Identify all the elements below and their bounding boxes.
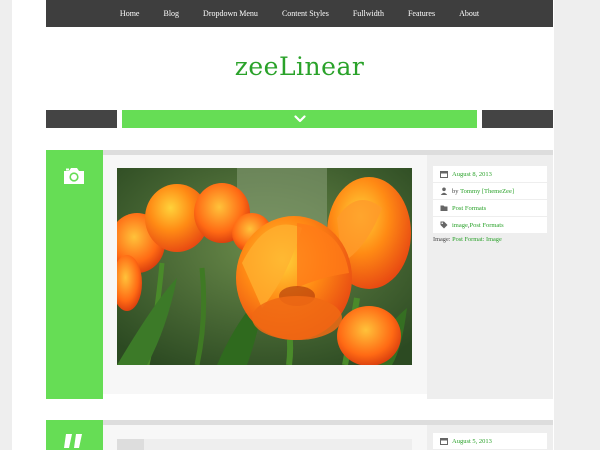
post-date-box: August 5, 2013 (433, 433, 547, 449)
caption-link[interactable]: Post Format: Image (452, 236, 502, 243)
site-title[interactable]: zeeLinear (46, 52, 553, 81)
post-featured-image[interactable] (117, 168, 412, 365)
top-navigation: Home Blog Dropdown Menu Content Styles F… (46, 0, 553, 27)
main-menu-toggle-button[interactable] (122, 110, 477, 128)
image-caption: Image: Post Format: Image (433, 236, 502, 243)
nav-item-about[interactable]: About (447, 0, 491, 27)
right-background-stripe (554, 0, 600, 450)
post-format-column (46, 420, 103, 450)
post-date-box: August 8, 2013 (433, 166, 547, 182)
nav-item-dropdown-menu[interactable]: Dropdown Menu (191, 0, 270, 27)
menu-bar-right-block (482, 110, 553, 128)
tag-link-image[interactable]: image (452, 222, 468, 229)
nav-item-fullwidth[interactable]: Fullwidth (341, 0, 396, 27)
post-meta-sidebar: August 8, 2013 by Tommy [ThemeZee] Post … (427, 150, 553, 399)
calendar-icon (439, 437, 448, 446)
post-author-link[interactable]: Tommy [ThemeZee] (460, 188, 514, 195)
post-category-link[interactable]: Post Formats (452, 205, 486, 212)
post-meta-sidebar: August 5, 2013 (427, 420, 553, 450)
post-date-link[interactable]: August 8, 2013 (452, 171, 492, 178)
post-format-column (46, 150, 103, 399)
post-tags-box: image, Post Formats (433, 217, 547, 233)
nav-item-home[interactable]: Home (108, 0, 152, 27)
tulips-photo (117, 168, 412, 365)
menu-bar-left-block (46, 110, 117, 128)
quote-content-box (117, 439, 412, 450)
nav-item-content-styles[interactable]: Content Styles (270, 0, 341, 27)
caption-prefix: Image: (433, 236, 451, 243)
author-prefix: by (452, 187, 459, 195)
tag-icon (439, 221, 448, 230)
nav-item-features[interactable]: Features (396, 0, 447, 27)
nav-item-blog[interactable]: Blog (151, 0, 191, 27)
tag-link-post-formats[interactable]: Post Formats (470, 222, 504, 229)
post-quote-format: August 5, 2013 (46, 420, 553, 450)
quote-content-accent (117, 439, 144, 450)
post-author-box: by Tommy [ThemeZee] (433, 183, 547, 199)
post-category-box: Post Formats (433, 200, 547, 216)
post-image-format: August 8, 2013 by Tommy [ThemeZee] Post … (46, 150, 553, 399)
folder-icon (439, 204, 448, 213)
post-date-link[interactable]: August 5, 2013 (452, 438, 492, 445)
user-icon (439, 187, 448, 196)
quote-icon (64, 434, 82, 448)
left-background-stripe (0, 0, 12, 450)
chevron-down-icon (293, 115, 306, 123)
calendar-icon (439, 170, 448, 179)
camera-icon (64, 168, 84, 184)
